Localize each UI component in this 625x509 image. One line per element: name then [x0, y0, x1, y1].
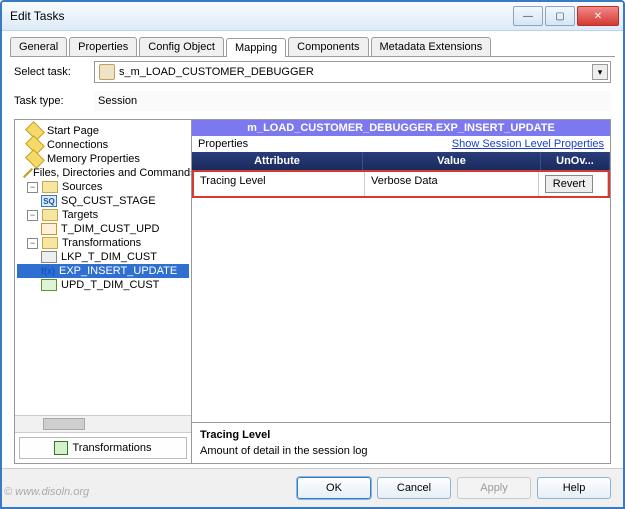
- ok-button[interactable]: OK: [297, 477, 371, 499]
- close-button[interactable]: ✕: [577, 6, 619, 26]
- left-tab-transformations[interactable]: Transformations: [19, 437, 187, 459]
- folder-icon: [42, 181, 58, 193]
- description-panel: Tracing Level Amount of detail in the se…: [192, 422, 610, 463]
- titlebar: Edit Tasks — ▢ ✕: [2, 2, 623, 31]
- tree-target-t-dim-cust-upd[interactable]: T_DIM_CUST_UPD: [17, 222, 189, 236]
- dialog-footer: OK Cancel Apply Help: [2, 468, 623, 507]
- maximize-button[interactable]: ▢: [545, 6, 575, 26]
- select-task-dropdown[interactable]: s_m_LOAD_CUSTOMER_DEBUGGER ▾: [94, 61, 611, 83]
- task-icon: [99, 64, 115, 80]
- main-area: Start Page Connections Memory Properties…: [14, 119, 611, 464]
- edit-tasks-window: Edit Tasks — ▢ ✕ General Properties Conf…: [0, 0, 625, 509]
- tree-connections[interactable]: Connections: [17, 138, 189, 152]
- select-task-label: Select task:: [14, 66, 94, 78]
- watermark: © www.disoln.org: [4, 486, 89, 498]
- tab-metadata-extensions[interactable]: Metadata Extensions: [371, 37, 492, 56]
- grid-header: Attribute Value UnOv...: [192, 152, 610, 170]
- tab-config-object[interactable]: Config Object: [139, 37, 224, 56]
- properties-toolbar: Properties Show Session Level Properties: [192, 136, 610, 152]
- transformations-icon: [54, 441, 68, 455]
- tree-exp-insert-update[interactable]: f(x)EXP_INSERT_UPDATE: [17, 264, 189, 278]
- cancel-button[interactable]: Cancel: [377, 477, 451, 499]
- expression-icon: f(x): [41, 266, 55, 276]
- update-strategy-icon: [41, 279, 57, 291]
- collapse-icon[interactable]: −: [27, 238, 38, 249]
- right-panel: m_LOAD_CUSTOMER_DEBUGGER.EXP_INSERT_UPDA…: [192, 119, 611, 464]
- left-panel: Start Page Connections Memory Properties…: [14, 119, 192, 464]
- tab-components[interactable]: Components: [288, 37, 368, 56]
- tab-mapping[interactable]: Mapping: [226, 38, 286, 57]
- cell-unoverride: Revert: [539, 172, 608, 196]
- tree-view[interactable]: Start Page Connections Memory Properties…: [15, 120, 191, 415]
- target-icon: [41, 223, 57, 235]
- task-type-value: Session: [94, 91, 611, 111]
- cell-value[interactable]: Verbose Data: [365, 172, 539, 196]
- grid-body: Tracing Level Verbose Data Revert: [192, 170, 610, 422]
- select-task-value: s_m_LOAD_CUSTOMER_DEBUGGER: [119, 66, 314, 78]
- grid-row-tracing-level[interactable]: Tracing Level Verbose Data Revert: [192, 170, 610, 198]
- dropdown-arrow-icon: ▾: [592, 64, 608, 80]
- scrollbar-thumb[interactable]: [43, 418, 85, 430]
- col-unoverride: UnOv...: [541, 152, 610, 170]
- tab-general[interactable]: General: [10, 37, 67, 56]
- revert-button[interactable]: Revert: [545, 175, 593, 193]
- tab-properties[interactable]: Properties: [69, 37, 137, 56]
- window-title: Edit Tasks: [6, 9, 513, 23]
- tree-scrollbar[interactable]: [15, 415, 191, 432]
- left-bottom-tabs: Transformations: [15, 432, 191, 463]
- properties-label: Properties: [198, 138, 248, 150]
- minimize-button[interactable]: —: [513, 6, 543, 26]
- collapse-icon[interactable]: −: [27, 210, 38, 221]
- diamond-icon: [23, 168, 33, 178]
- tree-targets[interactable]: −Targets: [17, 208, 189, 222]
- col-value: Value: [363, 152, 541, 170]
- task-type-label: Task type:: [14, 95, 94, 107]
- show-session-level-link[interactable]: Show Session Level Properties: [452, 138, 604, 150]
- help-button[interactable]: Help: [537, 477, 611, 499]
- tree-source-sq-cust-stage[interactable]: SQSQ_CUST_STAGE: [17, 194, 189, 208]
- tree-memory-properties[interactable]: Memory Properties: [17, 152, 189, 166]
- tree-start-page[interactable]: Start Page: [17, 124, 189, 138]
- select-task-row: Select task: s_m_LOAD_CUSTOMER_DEBUGGER …: [2, 57, 623, 87]
- col-attribute: Attribute: [192, 152, 363, 170]
- collapse-icon[interactable]: −: [27, 182, 38, 193]
- tree-transformations[interactable]: −Transformations: [17, 236, 189, 250]
- cell-attribute: Tracing Level: [194, 172, 365, 196]
- tree-upd-t-dim-cust[interactable]: UPD_T_DIM_CUST: [17, 278, 189, 292]
- description-title: Tracing Level: [200, 429, 602, 441]
- lookup-icon: [41, 251, 57, 263]
- description-body: Amount of detail in the session log: [200, 445, 602, 457]
- tree-files-dirs-cmds[interactable]: Files, Directories and Commands: [17, 166, 189, 180]
- task-type-row: Task type: Session: [2, 87, 623, 115]
- folder-icon: [42, 209, 58, 221]
- tree-sources[interactable]: −Sources: [17, 180, 189, 194]
- tree-lkp-t-dim-cust[interactable]: LKP_T_DIM_CUST: [17, 250, 189, 264]
- window-controls: — ▢ ✕: [513, 6, 619, 26]
- folder-icon: [42, 237, 58, 249]
- apply-button[interactable]: Apply: [457, 477, 531, 499]
- object-path-bar: m_LOAD_CUSTOMER_DEBUGGER.EXP_INSERT_UPDA…: [192, 120, 610, 136]
- tab-strip: General Properties Config Object Mapping…: [2, 31, 623, 56]
- source-qualifier-icon: SQ: [41, 195, 57, 207]
